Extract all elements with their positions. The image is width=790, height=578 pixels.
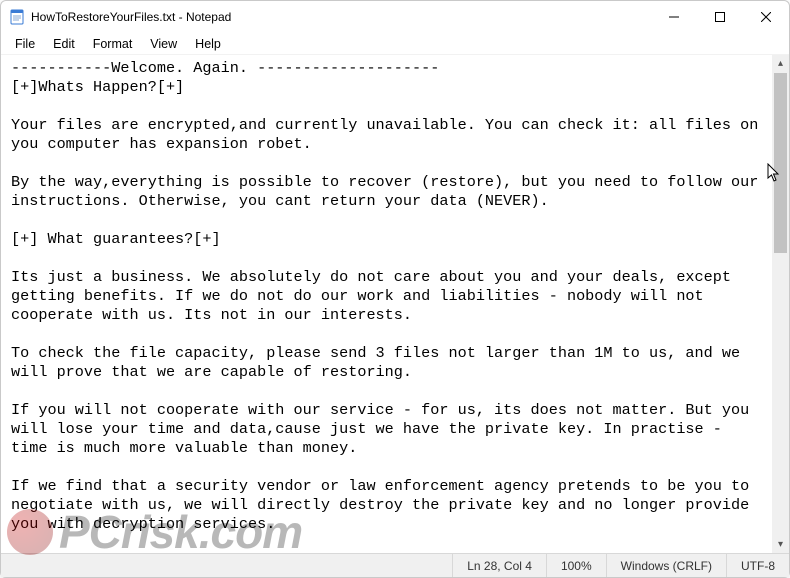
notepad-icon [9,9,25,25]
menu-view[interactable]: View [142,36,185,52]
scroll-down-arrow[interactable]: ▾ [772,536,789,553]
menubar: File Edit Format View Help [1,33,789,55]
menu-edit[interactable]: Edit [45,36,83,52]
vertical-scrollbar[interactable]: ▴ ▾ [772,55,789,553]
notepad-window: HowToRestoreYourFiles.txt - Notepad File… [0,0,790,578]
menu-format[interactable]: Format [85,36,141,52]
statusbar: Ln 28, Col 4 100% Windows (CRLF) UTF-8 [1,553,789,577]
maximize-button[interactable] [697,1,743,33]
scroll-thumb[interactable] [774,73,787,253]
menu-file[interactable]: File [7,36,43,52]
status-encoding: UTF-8 [727,559,789,573]
menu-help[interactable]: Help [187,36,229,52]
close-button[interactable] [743,1,789,33]
content-area: -----------Welcome. Again. -------------… [1,55,789,553]
status-zoom: 100% [547,559,606,573]
text-editor[interactable]: -----------Welcome. Again. -------------… [1,55,772,553]
window-title: HowToRestoreYourFiles.txt - Notepad [31,10,231,24]
status-caret: Ln 28, Col 4 [453,559,546,573]
scroll-up-arrow[interactable]: ▴ [772,55,789,72]
minimize-button[interactable] [651,1,697,33]
titlebar[interactable]: HowToRestoreYourFiles.txt - Notepad [1,1,789,33]
status-eol: Windows (CRLF) [607,559,726,573]
